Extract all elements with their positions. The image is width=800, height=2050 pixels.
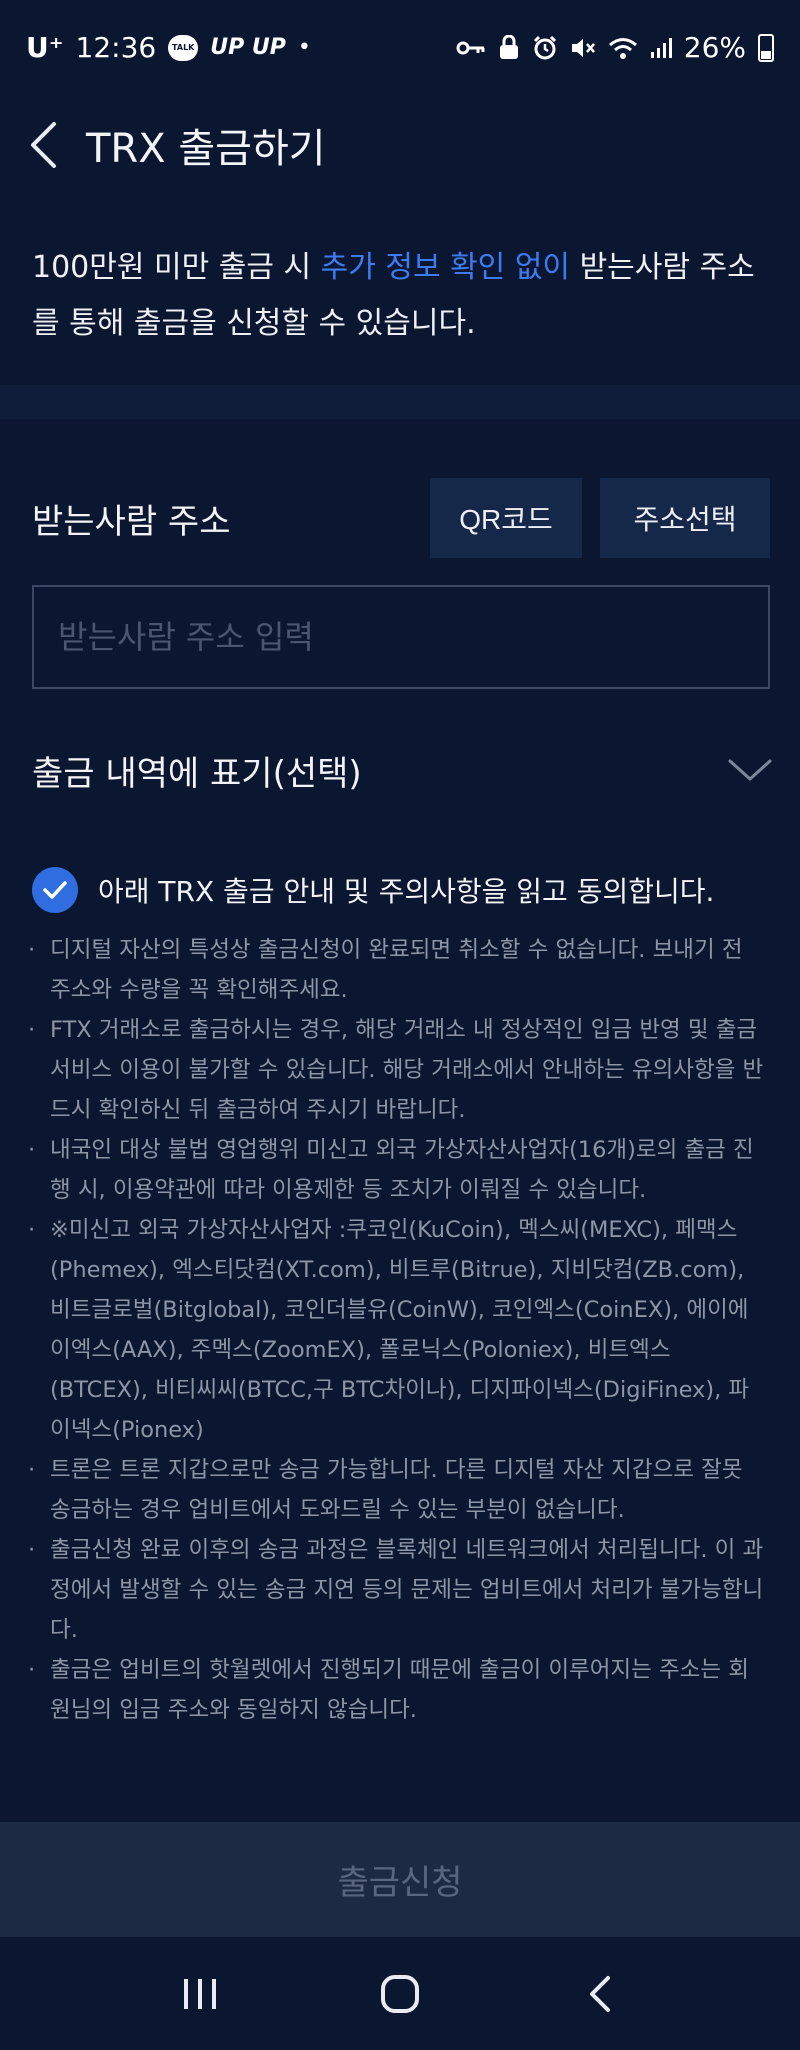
notice-highlight: 추가 정보 확인 없이 bbox=[320, 250, 571, 285]
battery-percent: 26% bbox=[683, 31, 746, 64]
signal-icon bbox=[650, 37, 672, 58]
withdraw-notice: 100만원 미만 출금 시 추가 정보 확인 없이 받는사람 주소를 통해 출금… bbox=[32, 240, 772, 352]
caution-item: 디지털 자산의 특성상 출금신청이 완료되면 취소할 수 없습니다. 보내기 전… bbox=[28, 930, 768, 1010]
carrier-label: U⁺ bbox=[26, 31, 64, 64]
caution-item: 출금신청 완료 이후의 송금 과정은 블록체인 네트워크에서 처리됩니다. 이 … bbox=[28, 1530, 768, 1650]
wifi-icon bbox=[608, 37, 637, 59]
page-header: TRX 출금하기 bbox=[0, 100, 800, 190]
recipient-address-input[interactable] bbox=[32, 585, 770, 689]
back-button[interactable] bbox=[28, 115, 68, 175]
mute-icon bbox=[571, 38, 595, 57]
recent-apps-icon bbox=[184, 1978, 216, 2009]
status-bar: U⁺ 12:36 TALK UP UP • 26% bbox=[0, 0, 800, 95]
alarm-icon bbox=[533, 35, 556, 59]
memo-label: 출금 내역에 표기(선택) bbox=[32, 753, 362, 794]
agreement-text: 아래 TRX 출금 안내 및 주의사항을 읽고 동의합니다. bbox=[98, 875, 715, 908]
lock-sync-icon bbox=[499, 34, 518, 59]
status-right: 26% bbox=[456, 31, 774, 64]
battery-icon bbox=[758, 33, 774, 62]
home-icon bbox=[381, 1974, 419, 2013]
kakaotalk-icon: TALK bbox=[168, 34, 199, 61]
check-icon bbox=[43, 881, 67, 899]
recipient-buttons: QR코드 주소선택 bbox=[430, 478, 770, 558]
chevron-left-icon bbox=[31, 122, 56, 168]
clock: 12:36 bbox=[75, 31, 157, 64]
nav-back-icon bbox=[590, 1975, 610, 2012]
recipient-label: 받는사람 주소 bbox=[32, 501, 231, 542]
caution-item: ※미신고 외국 가상자산사업자 :쿠코인(KuCoin), 멕스씨(MEXC),… bbox=[28, 1210, 768, 1450]
qr-code-button[interactable]: QR코드 bbox=[430, 478, 582, 558]
recent-apps-button[interactable] bbox=[160, 1954, 240, 2034]
notice-text-1: 100만원 미만 출금 시 bbox=[32, 250, 321, 285]
agreement-checkbox-row[interactable]: 아래 TRX 출금 안내 및 주의사항을 읽고 동의합니다. bbox=[32, 862, 792, 918]
caution-list: 디지털 자산의 특성상 출금신청이 완료되면 취소할 수 없습니다. 보내기 전… bbox=[28, 930, 768, 1730]
withdraw-submit-button[interactable]: 출금신청 bbox=[0, 1822, 800, 1937]
agreement-checkbox[interactable] bbox=[32, 867, 78, 913]
key-icon bbox=[456, 41, 485, 54]
section-divider bbox=[0, 385, 800, 419]
recipient-header: 받는사람 주소 QR코드 주소선택 bbox=[32, 478, 770, 558]
nav-back-button[interactable] bbox=[560, 1954, 640, 2034]
status-left: U⁺ 12:36 TALK UP UP • bbox=[26, 31, 311, 64]
notification-dot: • bbox=[297, 35, 311, 60]
page-title: TRX 출금하기 bbox=[86, 126, 326, 172]
caution-item: 트론은 트론 지갑으로만 송금 가능합니다. 다른 디지털 자산 지갑으로 잘못… bbox=[28, 1450, 768, 1530]
caution-item: FTX 거래소로 출금하시는 경우, 해당 거래소 내 정상적인 입금 반영 및… bbox=[28, 1010, 768, 1130]
home-button[interactable] bbox=[360, 1954, 440, 2034]
memo-expander[interactable]: 출금 내역에 표기(선택) bbox=[32, 730, 772, 810]
upup-notification-label: UP UP bbox=[210, 35, 286, 60]
caution-item: 출금은 업비트의 핫월렛에서 진행되기 때문에 출금이 이루어지는 주소는 회원… bbox=[28, 1650, 768, 1730]
chevron-down-icon bbox=[728, 759, 772, 781]
system-nav-bar bbox=[0, 1937, 800, 2050]
address-select-button[interactable]: 주소선택 bbox=[600, 478, 770, 558]
caution-item: 내국인 대상 불법 영업행위 미신고 외국 가상자산사업자(16개)로의 출금 … bbox=[28, 1130, 768, 1210]
